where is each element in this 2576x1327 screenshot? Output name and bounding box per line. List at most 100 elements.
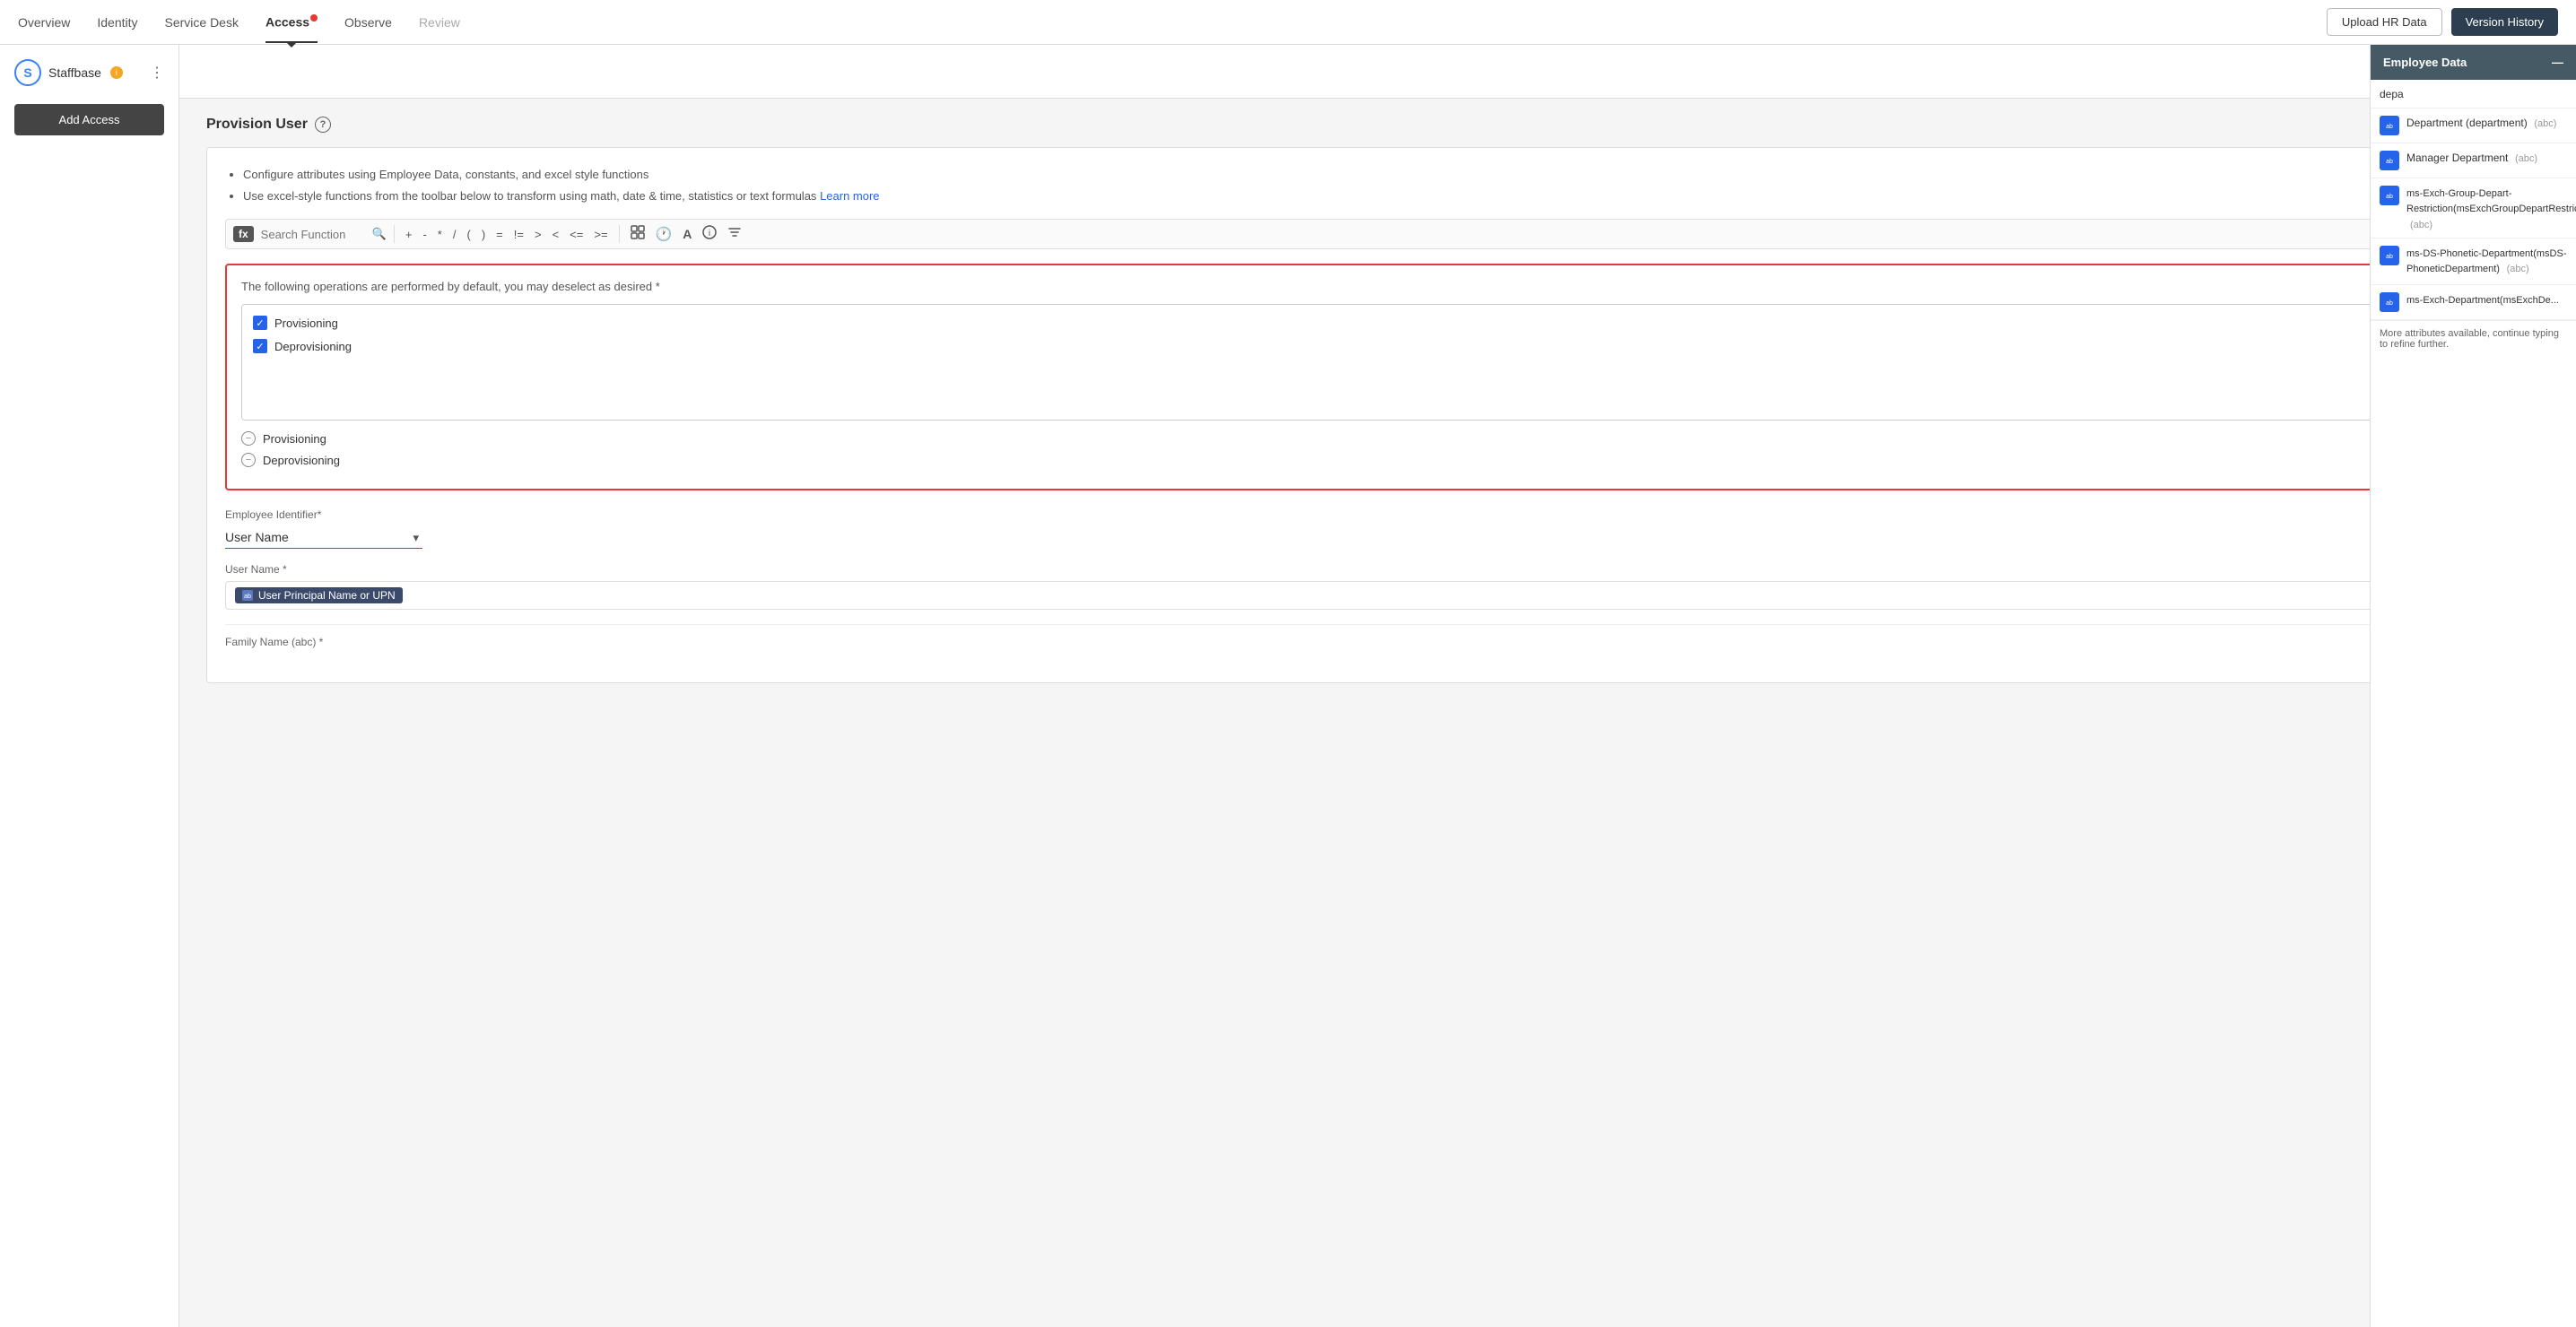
emp-item-msexch[interactable]: ab ms-Exch-Group-Depart-Restriction(msEx… bbox=[2371, 178, 2576, 239]
emp-item-department[interactable]: ab Department (department) (abc) bbox=[2371, 108, 2576, 143]
toolbar-gte[interactable]: >= bbox=[590, 226, 611, 243]
upload-hr-data-button[interactable]: Upload HR Data bbox=[2327, 8, 2442, 36]
info-item-1: Configure attributes using Employee Data… bbox=[243, 166, 2530, 184]
emp-panel-search bbox=[2371, 80, 2576, 108]
toolbar-not-equals[interactable]: != bbox=[510, 226, 527, 243]
provisioning-checkbox-row: Provisioning bbox=[253, 316, 2502, 330]
family-name-label: Family Name (abc) * bbox=[225, 636, 323, 648]
brand-info-icon: i bbox=[110, 66, 123, 79]
minus-provisioning-row: Provisioning bbox=[241, 431, 2514, 446]
nav-observe[interactable]: Observe bbox=[344, 3, 392, 42]
svg-text:ab: ab bbox=[2386, 194, 2393, 200]
username-input-wrapper[interactable]: ab User Principal Name or UPN bbox=[225, 581, 2530, 610]
toolbar-clock-icon[interactable]: 🕐 bbox=[652, 224, 676, 244]
toolbar-minus[interactable]: - bbox=[419, 226, 430, 243]
toolbar-lte[interactable]: <= bbox=[566, 226, 587, 243]
employee-identifier-group: Employee Identifier* User Name ▾ bbox=[225, 508, 2530, 549]
deprovisioning-checkbox[interactable] bbox=[253, 339, 267, 353]
operations-box: The following operations are performed b… bbox=[225, 264, 2530, 490]
search-function-input[interactable] bbox=[261, 228, 369, 241]
minus-provisioning-label: Provisioning bbox=[263, 432, 326, 446]
nav-items: Overview Identity Service Desk Access Ob… bbox=[18, 2, 2327, 42]
nav-active-indicator bbox=[286, 42, 297, 48]
sidebar-more-icon[interactable]: ⋮ bbox=[150, 64, 164, 82]
deprovisioning-checkbox-row: Deprovisioning bbox=[253, 339, 2502, 353]
provision-help-icon[interactable]: ? bbox=[315, 117, 331, 133]
family-name-row: Family Name (abc) * ⋮ bbox=[225, 624, 2530, 664]
svg-text:ab: ab bbox=[2386, 159, 2393, 165]
employee-data-panel: Employee Data — ab Department (departmen… bbox=[2370, 45, 2576, 1327]
checkbox-area: Provisioning Deprovisioning bbox=[241, 304, 2514, 421]
emp-panel-close-icon[interactable]: — bbox=[2552, 56, 2563, 69]
learn-more-link[interactable]: Learn more bbox=[820, 189, 879, 203]
provision-section-title: Provision User ? bbox=[206, 117, 2549, 133]
emp-item-content-5: ms-Exch-Department(msExchDe... bbox=[2406, 292, 2559, 308]
emp-panel-footer: More attributes available, continue typi… bbox=[2371, 320, 2576, 357]
toolbar-close-paren[interactable]: ) bbox=[478, 226, 489, 243]
info-item-2: Use excel-style functions from the toolb… bbox=[243, 187, 2530, 205]
toolbar-text-icon[interactable]: A bbox=[679, 225, 695, 243]
emp-item-content-3: ms-Exch-Group-Depart-Restriction(msExchG… bbox=[2406, 186, 2576, 230]
nav-service-desk[interactable]: Service Desk bbox=[165, 3, 239, 42]
username-group: User Name * ab User Principal Name or UP… bbox=[225, 563, 2530, 610]
toolbar-separator-2 bbox=[619, 225, 620, 243]
sidebar: S Staffbase i ⋮ Add Access bbox=[0, 45, 179, 1327]
emp-panel-title: Employee Data bbox=[2383, 56, 2467, 69]
username-tag-text: User Principal Name or UPN bbox=[258, 589, 396, 602]
toolbar-separator-1 bbox=[394, 225, 395, 243]
employee-identifier-label: Employee Identifier* bbox=[225, 508, 2530, 521]
emp-item-icon-2: ab bbox=[2380, 151, 2399, 170]
toolbar-multiply[interactable]: * bbox=[434, 226, 446, 243]
emp-item-icon-5: ab bbox=[2380, 292, 2399, 312]
provision-title-text: Provision User bbox=[206, 117, 308, 133]
top-band bbox=[179, 45, 2576, 99]
toolbar-greater[interactable]: > bbox=[531, 226, 545, 243]
main-content: Provision User ? Configure attributes us… bbox=[179, 45, 2576, 1327]
emp-item-msds-phonetic[interactable]: ab ms-DS-Phonetic-Department(msDS-Phonet… bbox=[2371, 239, 2576, 285]
toolbar-less[interactable]: < bbox=[549, 226, 563, 243]
emp-item-icon-4: ab bbox=[2380, 246, 2399, 265]
nav-overview[interactable]: Overview bbox=[18, 3, 70, 42]
emp-item-content-1: Department (department) (abc) bbox=[2406, 116, 2556, 131]
toolbar-info-icon[interactable]: i bbox=[699, 223, 720, 245]
emp-item-msexch-dept[interactable]: ab ms-Exch-Department(msExchDe... bbox=[2371, 285, 2576, 320]
fx-badge: fx bbox=[233, 226, 254, 242]
toolbar-divide[interactable]: / bbox=[449, 226, 460, 243]
nav-identity[interactable]: Identity bbox=[97, 3, 137, 42]
employee-identifier-select[interactable]: User Name bbox=[225, 526, 422, 549]
main-layout: S Staffbase i ⋮ Add Access Provision Use… bbox=[0, 45, 2576, 1327]
emp-item-manager-dept[interactable]: ab Manager Department (abc) bbox=[2371, 143, 2576, 178]
minus-deprovisioning-icon[interactable] bbox=[241, 453, 256, 467]
svg-text:ab: ab bbox=[2386, 124, 2393, 130]
username-label: User Name * bbox=[225, 563, 2530, 576]
emp-panel-search-input[interactable] bbox=[2380, 88, 2567, 100]
nav-review: Review bbox=[419, 3, 460, 42]
add-access-button[interactable]: Add Access bbox=[14, 104, 164, 135]
emp-item-icon-1: ab bbox=[2380, 116, 2399, 135]
version-history-button[interactable]: Version History bbox=[2451, 8, 2558, 36]
brand-name: Staffbase bbox=[48, 65, 101, 80]
provisioning-checkbox[interactable] bbox=[253, 316, 267, 330]
svg-text:i: i bbox=[709, 229, 710, 239]
toolbar-open-paren[interactable]: ( bbox=[463, 226, 474, 243]
toolbar-equals[interactable]: = bbox=[492, 226, 507, 243]
minus-deprovisioning-row: Deprovisioning bbox=[241, 453, 2514, 467]
svg-text:ab: ab bbox=[2386, 254, 2393, 260]
username-tag: ab User Principal Name or UPN bbox=[235, 587, 403, 603]
emp-panel-header: Employee Data — bbox=[2371, 45, 2576, 80]
formula-toolbar: fx 🔍 + - * / ( ) = != > < <= >= bbox=[225, 219, 2530, 249]
toolbar-filter-icon[interactable] bbox=[724, 223, 745, 245]
search-icon[interactable]: 🔍 bbox=[372, 227, 387, 241]
deprovisioning-label: Deprovisioning bbox=[274, 340, 352, 353]
operations-desc: The following operations are performed b… bbox=[241, 280, 2514, 293]
toolbar-grid-icon[interactable] bbox=[627, 223, 648, 245]
access-badge bbox=[310, 14, 318, 22]
emp-item-icon-3: ab bbox=[2380, 186, 2399, 205]
nav-actions: Upload HR Data Version History bbox=[2327, 8, 2558, 36]
staffbase-logo: S bbox=[14, 59, 41, 86]
minus-provisioning-icon[interactable] bbox=[241, 431, 256, 446]
sidebar-brand: S Staffbase i ⋮ bbox=[14, 59, 164, 86]
employee-identifier-select-wrapper: User Name ▾ bbox=[225, 526, 422, 549]
nav-access[interactable]: Access bbox=[265, 2, 318, 42]
toolbar-plus[interactable]: + bbox=[402, 226, 416, 243]
